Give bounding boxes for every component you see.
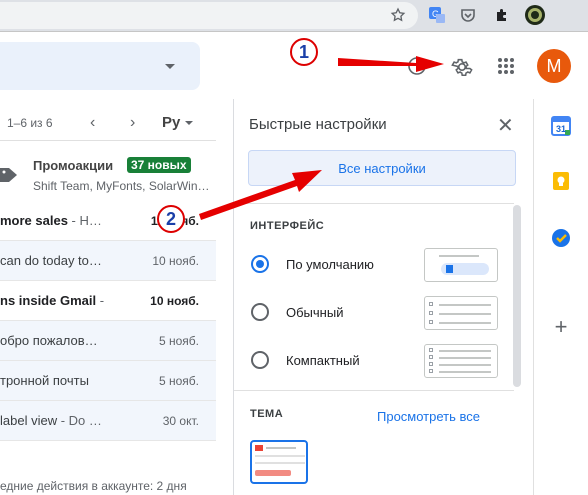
arrow-to-settings-button bbox=[199, 170, 322, 220]
annotation-arrows bbox=[199, 56, 444, 220]
arrow-to-gear bbox=[338, 56, 444, 72]
